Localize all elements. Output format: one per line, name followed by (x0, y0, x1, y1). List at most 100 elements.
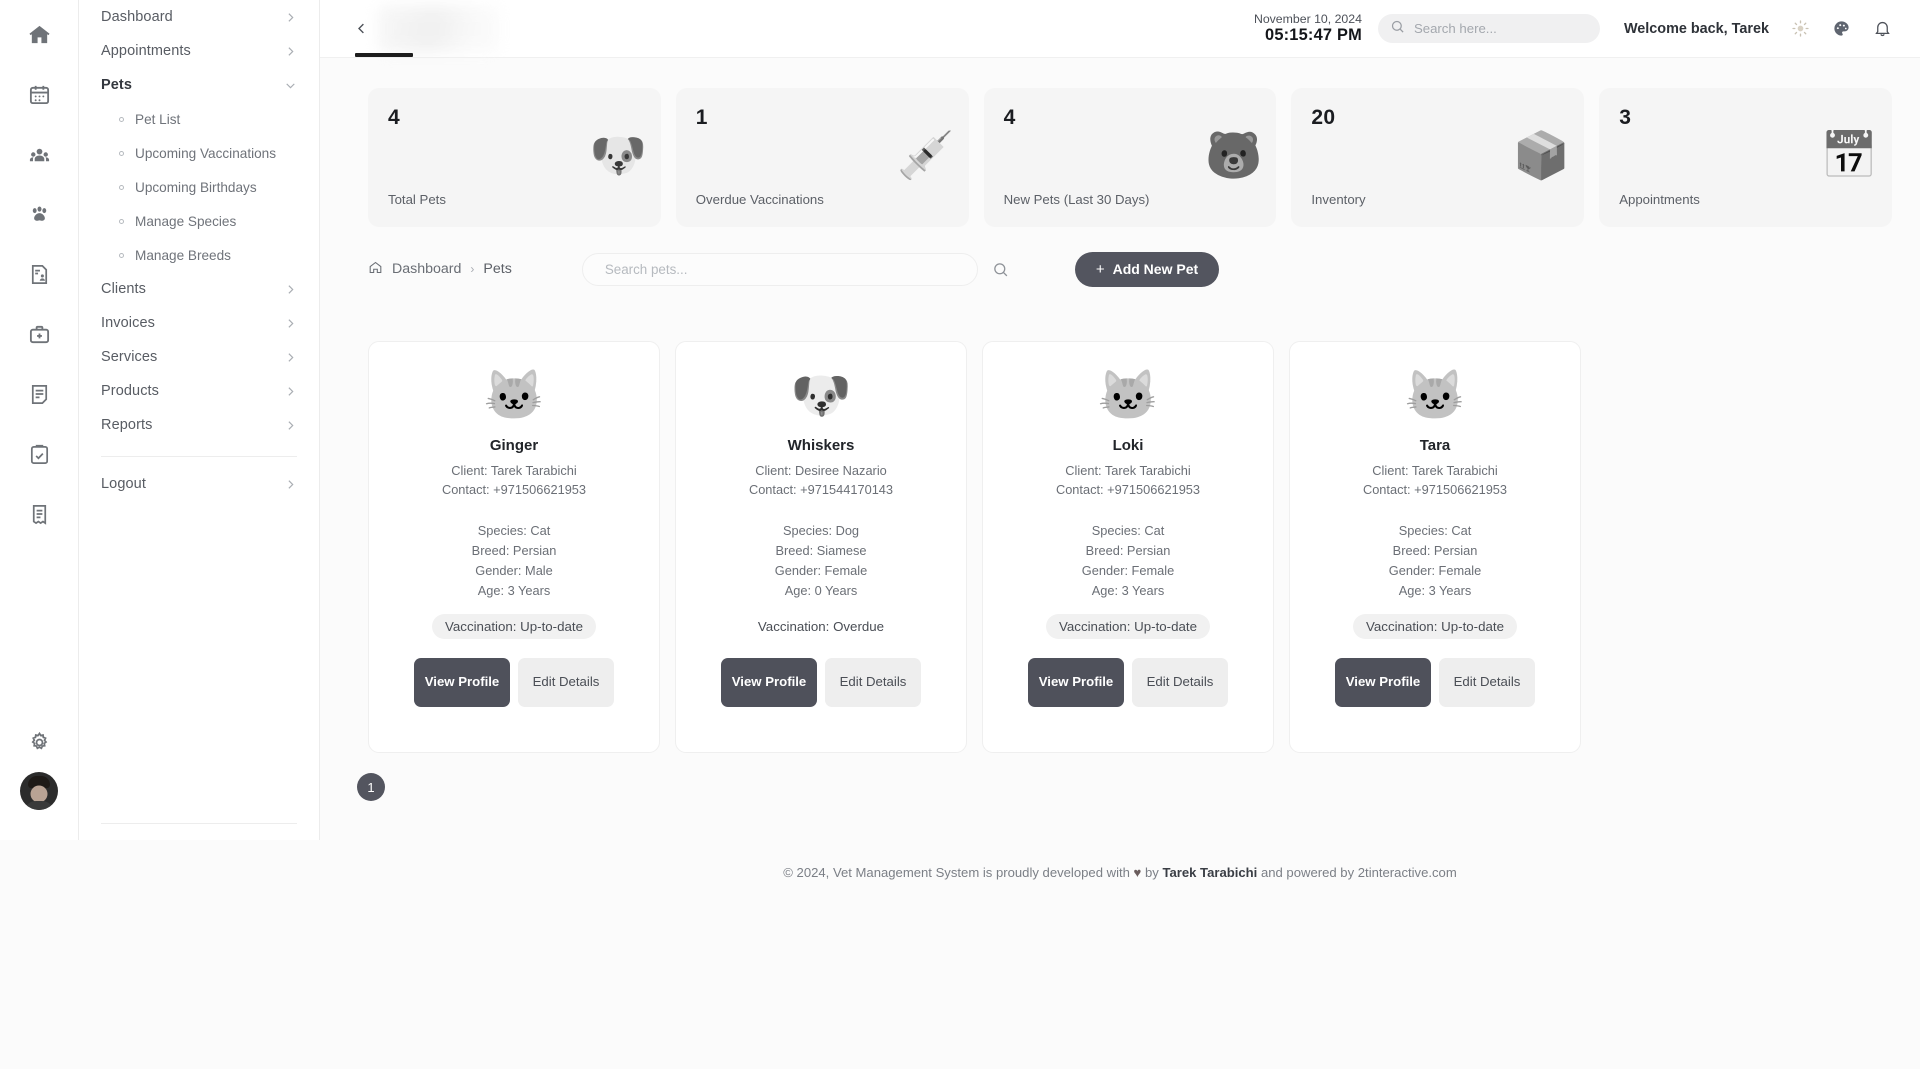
avatar[interactable] (20, 772, 58, 810)
avatar-body (24, 801, 54, 810)
document-icon[interactable] (19, 374, 59, 414)
pet-card[interactable]: 🐱 Ginger Client: Tarek Tarabichi Contact… (368, 341, 660, 753)
stat-label: Inventory (1311, 192, 1366, 207)
edit-details-button[interactable]: Edit Details (518, 657, 614, 707)
sidebar-subitem-label: Manage Species (135, 213, 237, 229)
syringe-icon: 💉 (897, 128, 955, 181)
sidebar-item-reports[interactable]: Reports (101, 408, 297, 442)
pet-species: Species: Cat (1398, 523, 1472, 539)
pagination-page-1[interactable]: 1 (357, 773, 385, 801)
sidebar-item-label: Pets (101, 77, 133, 93)
edit-details-button[interactable]: Edit Details (1439, 657, 1535, 707)
sidebar-item-label: Invoices (101, 315, 155, 331)
chevron-right-icon (284, 11, 297, 24)
chevron-right-icon (284, 419, 297, 432)
heart-icon: ♥ (1133, 865, 1142, 880)
sun-icon[interactable] (1791, 19, 1810, 38)
breadcrumb-current: Pets (483, 261, 512, 277)
pet-species: Species: Cat (477, 523, 551, 539)
edit-details-button[interactable]: Edit Details (1132, 657, 1228, 707)
sidebar-item-upcoming-birthdays[interactable]: Upcoming Birthdays (101, 170, 297, 204)
bell-icon[interactable] (1873, 19, 1892, 38)
sidebar-item-label: Reports (101, 417, 153, 433)
sidebar-item-dashboard[interactable]: Dashboard (101, 0, 297, 34)
chevron-right-icon (284, 385, 297, 398)
stat-label: Appointments (1619, 192, 1700, 207)
dog-cat-icon: 🐶 (589, 128, 647, 181)
view-profile-button[interactable]: View Profile (414, 657, 510, 707)
sidebar-item-pet-list[interactable]: Pet List (101, 102, 297, 136)
sidebar-item-invoices[interactable]: Invoices (101, 306, 297, 340)
pet-breed: Breed: Persian (1392, 543, 1478, 559)
pet-owner: Client: Tarek Tarabichi Contact: +971506… (1310, 461, 1560, 499)
stat-card-inventory[interactable]: 20 📦 Inventory (1291, 88, 1585, 227)
breadcrumb-dashboard[interactable]: Dashboard (392, 261, 461, 277)
sidebar-item-upcoming-vaccinations[interactable]: Upcoming Vaccinations (101, 136, 297, 170)
sidebar-item-label: Services (101, 349, 158, 365)
plus-icon: + (1095, 260, 1105, 278)
sidebar-divider (101, 456, 297, 457)
add-new-pet-button[interactable]: + Add New Pet (1074, 251, 1220, 287)
edit-details-button[interactable]: Edit Details (825, 657, 921, 707)
stats-row: 4 🐶 Total Pets 1 💉 Overdue Vaccinations … (368, 88, 1892, 227)
pet-species: Species: Dog (782, 523, 860, 539)
gear-icon[interactable] (19, 722, 59, 762)
receipt-icon[interactable] (19, 494, 59, 534)
pet-card[interactable]: 🐶 Whiskers Client: Desiree Nazario Conta… (675, 341, 967, 753)
view-profile-button[interactable]: View Profile (1028, 657, 1124, 707)
stat-value: 1 (695, 106, 708, 129)
pet-search-input[interactable] (604, 261, 955, 277)
sidebar-item-clients[interactable]: Clients (101, 272, 297, 306)
pet-breed: Breed: Persian (1085, 543, 1171, 559)
pet-gender: Gender: Female (1081, 563, 1175, 579)
search-input[interactable] (1413, 21, 1588, 36)
palette-icon[interactable] (1832, 19, 1851, 38)
stat-card-overdue-vaccinations[interactable]: 1 💉 Overdue Vaccinations (675, 88, 969, 227)
medical-kit-icon[interactable] (19, 314, 59, 354)
sidebar-item-logout[interactable]: Logout (101, 467, 297, 501)
stat-label: Total Pets (388, 192, 446, 207)
paw-icon[interactable] (19, 194, 59, 234)
breadcrumb-separator: › (470, 262, 475, 276)
brand-logo (378, 5, 498, 52)
pet-contact: Contact: +971506621953 (1055, 482, 1201, 498)
pet-gender: Gender: Male (475, 563, 553, 579)
collapse-sidebar-button[interactable] (350, 18, 372, 40)
welcome-message: Welcome back, Tarek (1623, 20, 1769, 37)
view-profile-button[interactable]: View Profile (721, 657, 817, 707)
bullet-icon (119, 116, 124, 122)
pet-attributes: Species: Cat Breed: Persian Gender: Male… (389, 521, 639, 600)
stat-value: 3 (1619, 106, 1632, 129)
global-search[interactable] (1377, 14, 1600, 43)
bullet-icon (119, 252, 124, 258)
stat-card-appointments[interactable]: 3 📅 Appointments (1599, 88, 1892, 227)
footer-by: by (1144, 865, 1159, 880)
sidebar-item-manage-species[interactable]: Manage Species (101, 204, 297, 238)
stat-card-new-pets[interactable]: 4 🐻 New Pets (Last 30 Days) (983, 88, 1277, 227)
sidebar-item-manage-breeds[interactable]: Manage Breeds (101, 238, 297, 272)
sidebar-item-products[interactable]: Products (101, 374, 297, 408)
sidebar-item-services[interactable]: Services (101, 340, 297, 374)
pet-attributes: Species: Dog Breed: Siamese Gender: Fema… (696, 521, 946, 600)
sidebar-item-appointments[interactable]: Appointments (101, 34, 297, 68)
calendar-icon[interactable] (19, 74, 59, 114)
home-icon[interactable] (19, 14, 59, 54)
vaccination-status-badge: Vaccination: Up-to-date (1353, 613, 1517, 639)
clients-icon[interactable] (19, 134, 59, 174)
sidebar-item-label: Appointments (101, 43, 191, 59)
pet-card[interactable]: 🐱 Loki Client: Tarek Tarabichi Contact: … (982, 341, 1274, 753)
new-pets-icon: 🐻 (1205, 128, 1263, 181)
home-icon[interactable] (368, 260, 383, 279)
pet-avatar-icon: 🐱 (1097, 369, 1159, 423)
view-profile-button[interactable]: View Profile (1335, 657, 1431, 707)
search-icon[interactable] (992, 261, 1009, 278)
sidebar-item-pets[interactable]: Pets (101, 68, 297, 102)
pet-search[interactable] (581, 252, 978, 286)
clipboard-check-icon[interactable] (19, 434, 59, 474)
stat-card-total-pets[interactable]: 4 🐶 Total Pets (368, 88, 661, 227)
invoice-icon[interactable] (19, 254, 59, 294)
stat-value: 4 (1003, 106, 1016, 129)
pet-gender: Gender: Female (1388, 563, 1482, 579)
pet-card[interactable]: 🐱 Tara Client: Tarek Tarabichi Contact: … (1289, 341, 1581, 753)
chevron-right-icon (284, 317, 297, 330)
